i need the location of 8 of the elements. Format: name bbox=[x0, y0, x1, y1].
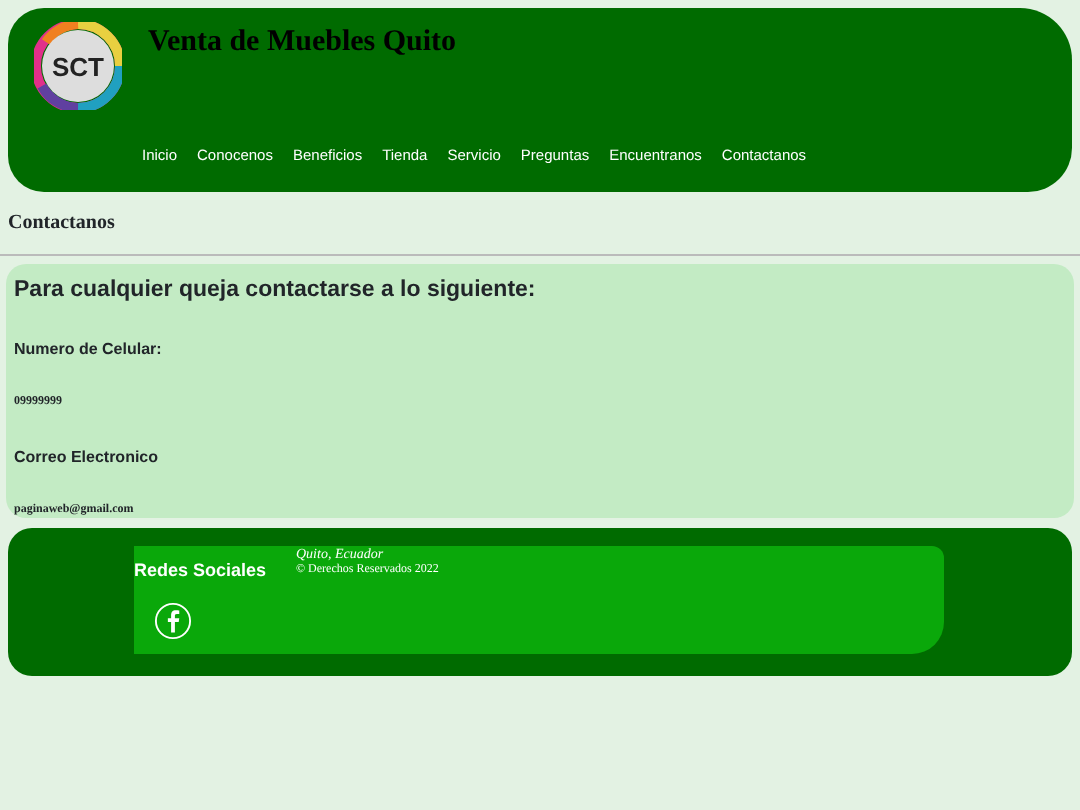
facebook-icon[interactable] bbox=[154, 601, 192, 640]
site-title: Venta de Muebles Quito bbox=[148, 24, 457, 60]
page-heading: Contactanos bbox=[8, 212, 117, 236]
logo-icon: SCT bbox=[34, 22, 122, 110]
contact-label: Numero de Celular: bbox=[14, 337, 164, 362]
contact-label: Correo Electronico bbox=[14, 445, 161, 470]
social-heading: Redes Sociales bbox=[134, 560, 269, 582]
contact-heading: Para cualquier queja contactarse a lo siguiente: bbox=[14, 278, 538, 306]
